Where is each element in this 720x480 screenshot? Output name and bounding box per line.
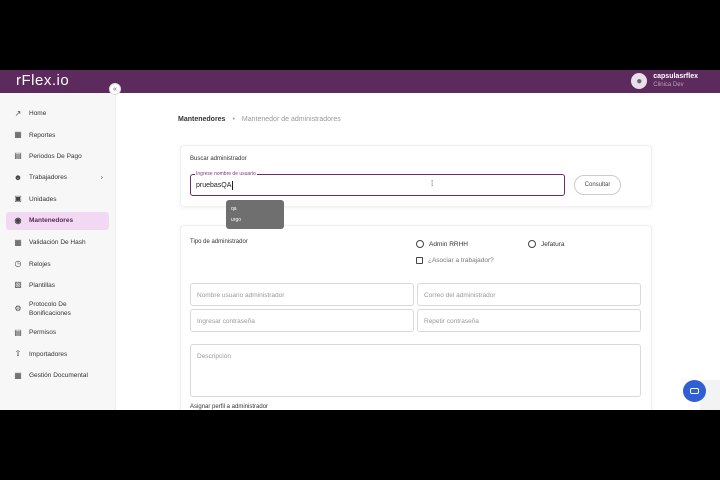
gear-icon: ⚙ <box>14 304 22 314</box>
sidebar-item-permisos[interactable]: ▤ Permisos <box>6 322 109 343</box>
consultar-button[interactable]: Consultar <box>574 175 621 195</box>
checkbox-label: ¿Asociar a trabajador? <box>428 257 494 264</box>
sidebar-item-mantenedores[interactable]: ◉ Mantenedores <box>6 211 109 230</box>
sidebar-item-unidades[interactable]: ▣ Unidades <box>6 189 109 210</box>
calendar-icon: ▤ <box>14 151 22 161</box>
chat-icon <box>690 388 699 394</box>
search-input-label: Ingrese nombre de usuario <box>195 171 257 177</box>
sidebar-item-label: Gestión Documental <box>29 372 88 380</box>
sidebar: ↗ Home ▦ Reportes ▤ Periodos De Pago ☻ T… <box>0 93 116 410</box>
clock-icon: ◷ <box>14 259 22 269</box>
collapse-sidebar-button[interactable]: « <box>109 83 121 95</box>
description-textarea[interactable]: Descripción <box>190 344 641 397</box>
sidebar-item-reportes[interactable]: ▦ Reportes <box>6 124 109 145</box>
sidebar-item-label: Mantenedores <box>29 217 74 225</box>
sidebar-item-label: Plantillas <box>29 281 56 289</box>
avatar[interactable]: ● <box>631 73 648 89</box>
repeat-password-field[interactable]: Repetir contraseña <box>417 309 641 332</box>
admin-type-label: Tipo de administrador <box>190 239 248 245</box>
app-window: rFlex.io ● capsulasrflex Clinica Dev ↗ H… <box>0 70 720 410</box>
admin-form-card: Tipo de administrador Admin RRHH Jefatur… <box>180 225 652 410</box>
radio-label: Admin RRHH <box>429 240 469 248</box>
lock-icon: ◉ <box>14 215 22 225</box>
sidebar-item-label: Validación De Hash <box>29 239 86 247</box>
password-field[interactable]: Ingresar contraseña <box>190 309 414 332</box>
sidebar-item-gestion-documental[interactable]: ▦ Gestión Documental <box>6 365 109 386</box>
sidebar-item-label: Importadores <box>29 350 68 358</box>
user-name: capsulasrflex <box>653 73 698 80</box>
sidebar-item-importadores[interactable]: ⇧ Importadores <box>6 344 109 365</box>
user-org: Clinica Dev <box>653 82 684 88</box>
associate-worker-checkbox[interactable]: ¿Asociar a trabajador? <box>416 257 494 264</box>
document-icon: ▤ <box>14 327 22 337</box>
username-search-input[interactable]: Ingrese nombre de usuario pruebasQA ⁞ <box>190 171 565 196</box>
sidebar-item-label: Permisos <box>29 329 57 337</box>
sidebar-item-plantillas[interactable]: ▧ Plantillas <box>6 275 109 296</box>
placeholder: Ingresar contraseña <box>197 318 255 325</box>
breadcrumb-separator: • <box>232 116 235 123</box>
radio-admin-rrhh[interactable]: Admin RRHH <box>416 240 468 248</box>
sidebar-item-label: Home <box>29 110 47 118</box>
admin-email-field[interactable]: Correo del administrador <box>417 283 641 306</box>
upload-icon: ⇧ <box>14 349 22 359</box>
sidebar-item-periodos[interactable]: ▤ Periodos De Pago <box>6 146 109 167</box>
report-icon: ▦ <box>14 130 22 140</box>
sidebar-item-trabajadores[interactable]: ☻ Trabajadores › <box>6 167 109 188</box>
sidebar-item-relojes[interactable]: ◷ Relojes <box>6 253 109 274</box>
radio-circle[interactable] <box>416 240 424 248</box>
sidebar-item-label: Protocolo De Bonificaciones <box>29 301 71 318</box>
sidebar-item-label: Unidades <box>29 195 57 203</box>
sidebar-item-label: Reportes <box>29 131 56 139</box>
sidebar-item-protocolo[interactable]: ⚙ Protocolo De Bonificaciones <box>6 296 109 322</box>
checkbox-box[interactable] <box>416 257 423 264</box>
sidebar-nav: ↗ Home ▦ Reportes ▤ Periodos De Pago ☻ T… <box>6 103 109 386</box>
admin-username-field[interactable]: Nombre usuario administrador <box>190 283 414 306</box>
folder-icon: ▦ <box>14 370 22 380</box>
search-card: Buscar administrador Ingrese nombre de u… <box>180 145 652 207</box>
app-logo[interactable]: rFlex.io <box>16 72 69 89</box>
chart-line-icon: ↗ <box>14 108 22 118</box>
radio-jefatura[interactable]: Jefatura <box>528 240 565 248</box>
chevron-double-left-icon: « <box>113 85 117 93</box>
radio-circle[interactable] <box>528 240 536 248</box>
breadcrumb-current: Mantenedor de administradores <box>241 116 341 123</box>
radio-label: Jefatura <box>541 240 565 248</box>
placeholder: Descripción <box>197 353 231 360</box>
autocomplete-option[interactable]: qa <box>231 204 279 215</box>
chat-button[interactable] <box>683 380 706 402</box>
user-menu[interactable]: ● capsulasrflex Clinica Dev <box>631 72 698 90</box>
sidebar-item-label: Relojes <box>29 260 51 268</box>
building-icon: ▣ <box>14 194 22 204</box>
text-caret <box>232 181 233 190</box>
autocomplete-dropdown: qa urgo <box>226 200 284 229</box>
calendar-check-icon: ▦ <box>14 237 22 247</box>
search-input-value: pruebasQA <box>196 182 232 189</box>
breadcrumb: Mantenedores • Mantenedor de administrad… <box>178 116 341 123</box>
breadcrumb-mantenedores[interactable]: Mantenedores <box>178 116 225 123</box>
placeholder: Correo del administrador <box>424 292 496 299</box>
placeholder: Nombre usuario administrador <box>197 292 285 299</box>
users-icon: ☻ <box>13 172 23 182</box>
search-title: Buscar administrador <box>190 156 247 162</box>
assign-profile-label: Asignar perfil a administrador <box>190 404 269 410</box>
sidebar-item-validacion-hash[interactable]: ▦ Validación De Hash <box>6 232 109 253</box>
chevron-right-icon: › <box>100 174 103 182</box>
sidebar-item-label: Periodos De Pago <box>29 152 82 160</box>
placeholder: Repetir contraseña <box>424 318 479 325</box>
sidebar-item-home[interactable]: ↗ Home <box>6 103 109 124</box>
ibeam-cursor-icon: ⁞ <box>431 179 434 188</box>
top-bar: rFlex.io ● capsulasrflex Clinica Dev <box>0 70 720 93</box>
template-icon: ▧ <box>14 280 22 290</box>
sidebar-item-label: Trabajadores <box>29 174 68 182</box>
autocomplete-option[interactable]: urgo <box>231 215 279 226</box>
